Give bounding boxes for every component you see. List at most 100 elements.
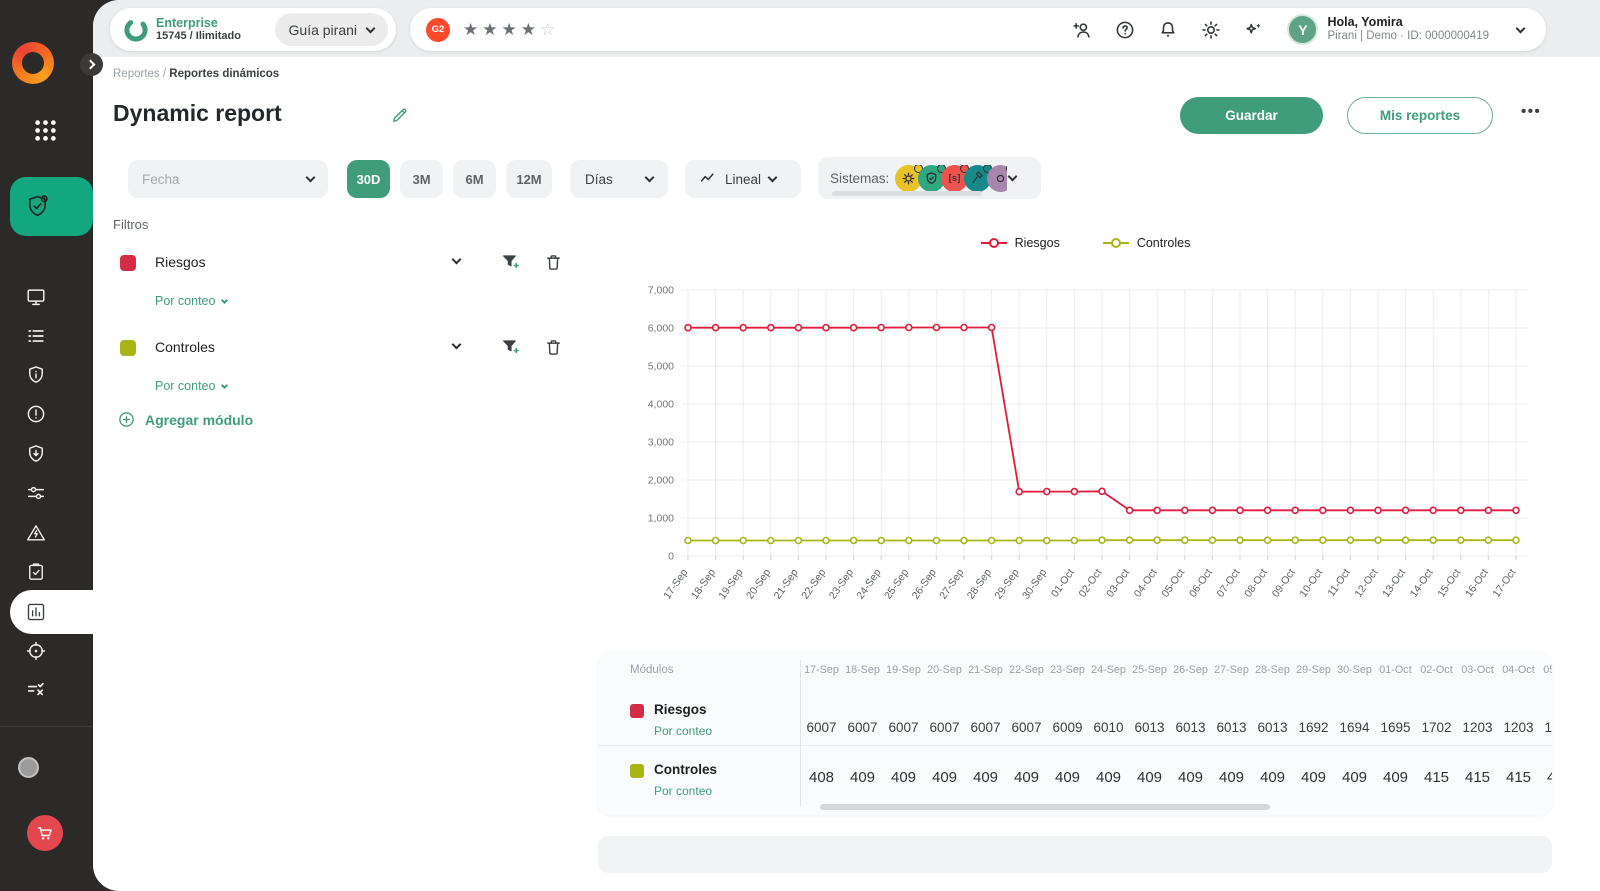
table-cell-controles: 409 [849,769,876,786]
table-date-header: 18-Sep [845,664,880,676]
module-metric-dropdown[interactable]: Por conteo [155,379,229,393]
sidebar-item-checklist-x[interactable] [25,679,47,701]
sparkles-icon[interactable] [1243,19,1265,41]
save-button[interactable]: Guardar [1180,97,1323,134]
module-row-riesgos: Riesgos [113,245,565,281]
sidebar-item-bar-chart[interactable] [10,590,100,634]
breadcrumb-parent[interactable]: Reportes [113,68,160,80]
table-cell-controles: 409 [1013,769,1040,786]
avatar[interactable]: Y [1287,14,1319,45]
sidebar-item-risk-list[interactable] [25,325,47,347]
edit-title-icon[interactable] [390,105,410,125]
svg-text:10-Oct: 10-Oct [1297,567,1325,600]
granularity-dropdown[interactable]: Días [570,160,668,198]
more-options-button[interactable]: ••• [1521,103,1541,120]
table-column: 22-Sep 6007 409 [1006,652,1047,815]
sidebar [0,0,100,891]
svg-text:24-Sep: 24-Sep [854,567,883,602]
rating-stars[interactable]: ★★★★☆ [463,20,559,40]
my-reports-button[interactable]: Mis reportes [1347,97,1493,134]
table-cell-riesgos: 1695 [1380,720,1411,735]
systems-selector[interactable]: Sistemas: S [818,157,1041,199]
table-date-header: 25-Sep [1132,664,1167,676]
add-module-button[interactable]: Agregar módulo [117,410,253,429]
table-date-header: 23-Sep [1050,664,1085,676]
table-date-header: 01-Oct [1379,664,1412,676]
account-chevron-icon[interactable] [1515,23,1526,33]
chevron-down-icon[interactable] [451,339,462,350]
cart-button[interactable] [27,815,63,851]
svg-text:01-Oct: 01-Oct [1049,567,1077,600]
apps-grid-icon[interactable] [32,117,59,144]
sidebar-item-alert-circle[interactable] [25,403,47,425]
legend-label: Controles [1136,236,1191,250]
table-row-metric: Por conteo [654,724,713,738]
help-icon[interactable] [1114,19,1136,41]
table-cell-controles: 409 [1177,769,1204,786]
svg-text:S: S [952,174,957,183]
date-filter-dropdown[interactable]: Fecha [128,160,328,198]
svg-text:14-Oct: 14-Oct [1408,567,1436,600]
table-column: 23-Sep 6009 409 [1047,652,1088,815]
topbar-card: G2 ★★★★☆ Y Hola, Yomira Pirani | Demo · … [410,8,1546,51]
gear-icon[interactable] [1200,19,1222,41]
data-table[interactable]: Módulos Riesgos Por conteo Controles Por… [598,652,1552,815]
add-user-icon[interactable] [1071,19,1093,41]
sidebar-item-warning-triangle[interactable] [25,522,47,544]
table-cell-riesgos: 6007 [1011,720,1042,735]
module-metric-dropdown[interactable]: Por conteo [155,294,229,308]
svg-text:18-Sep: 18-Sep [689,567,718,602]
breadcrumb[interactable]: Reportes / Reportes dinámicos [113,68,279,80]
table-date-header: 22-Sep [1009,664,1044,676]
delete-module-icon[interactable] [543,252,564,273]
sidebar-item-shield-down[interactable] [25,443,47,465]
sidebar-item-active-module[interactable] [10,177,93,236]
expand-sidebar-button[interactable] [80,53,103,76]
table-cell-riesgos: 1203 [1544,720,1552,735]
user-greeting: Hola, Yomira [1327,15,1403,30]
chevron-down-icon[interactable] [451,254,462,265]
line-chart[interactable]: 0 1,000 2,000 3,000 4,000 5,000 6,000 7,000 17-S… [630,276,1540,621]
range-button-6m[interactable]: 6M [453,160,496,198]
table-horizontal-scrollbar[interactable] [820,804,1270,810]
range-button-12m[interactable]: 12M [506,160,552,198]
svg-text:2,000: 2,000 [648,475,674,487]
sidebar-item-crosshair[interactable] [25,640,47,662]
table-cell-controles: 409 [1382,769,1409,786]
table-column: 25-Sep 6013 409 [1129,652,1170,815]
svg-text:3,000: 3,000 [648,437,674,449]
legend-label: Riesgos [1014,236,1060,250]
module-name: Controles [155,339,215,355]
table-column: 24-Sep 6010 409 [1088,652,1129,815]
bell-icon[interactable] [1157,19,1179,41]
systems-scrollbar[interactable] [832,191,982,196]
guide-dropdown[interactable]: Guía pirani [274,13,388,46]
extra-system-icon[interactable] [987,164,1008,192]
table-cell-riesgos: 6009 [1052,720,1083,735]
legend-item-controles[interactable]: Controles [1102,236,1191,250]
delete-module-icon[interactable] [543,337,564,358]
legend-item-riesgos[interactable]: Riesgos [980,236,1060,250]
shield-check-icon [24,193,51,220]
range-button-30d[interactable]: 30D [347,160,390,198]
sidebar-item-monitor[interactable] [25,286,47,308]
g2-badge[interactable]: G2 [426,17,450,42]
sidebar-item-clipboard-check[interactable] [25,561,47,583]
table-column: 21-Sep 6007 409 [965,652,1006,815]
chart-type-dropdown[interactable]: Lineal [685,160,801,198]
svg-text:27-Sep: 27-Sep [937,567,966,602]
table-cell-riesgos: 6010 [1093,720,1124,735]
svg-text:19-Sep: 19-Sep [716,567,745,602]
sidebar-item-shield-info[interactable] [25,364,47,386]
sidebar-item-sliders[interactable] [25,482,47,504]
table-row-swatch [630,704,644,718]
table-row-name: Controles [654,762,718,777]
add-filter-icon[interactable] [500,337,521,358]
range-button-3m[interactable]: 3M [400,160,443,198]
chart-type-label: Lineal [725,171,762,187]
table-cell-riesgos: 6007 [929,720,960,735]
user-detail: Pirani | Demo · ID: 0000000419 [1327,30,1489,43]
add-filter-icon[interactable] [500,252,521,273]
table-cell-riesgos: 6007 [847,720,878,735]
table-date-header: 04-Oct [1502,664,1535,676]
